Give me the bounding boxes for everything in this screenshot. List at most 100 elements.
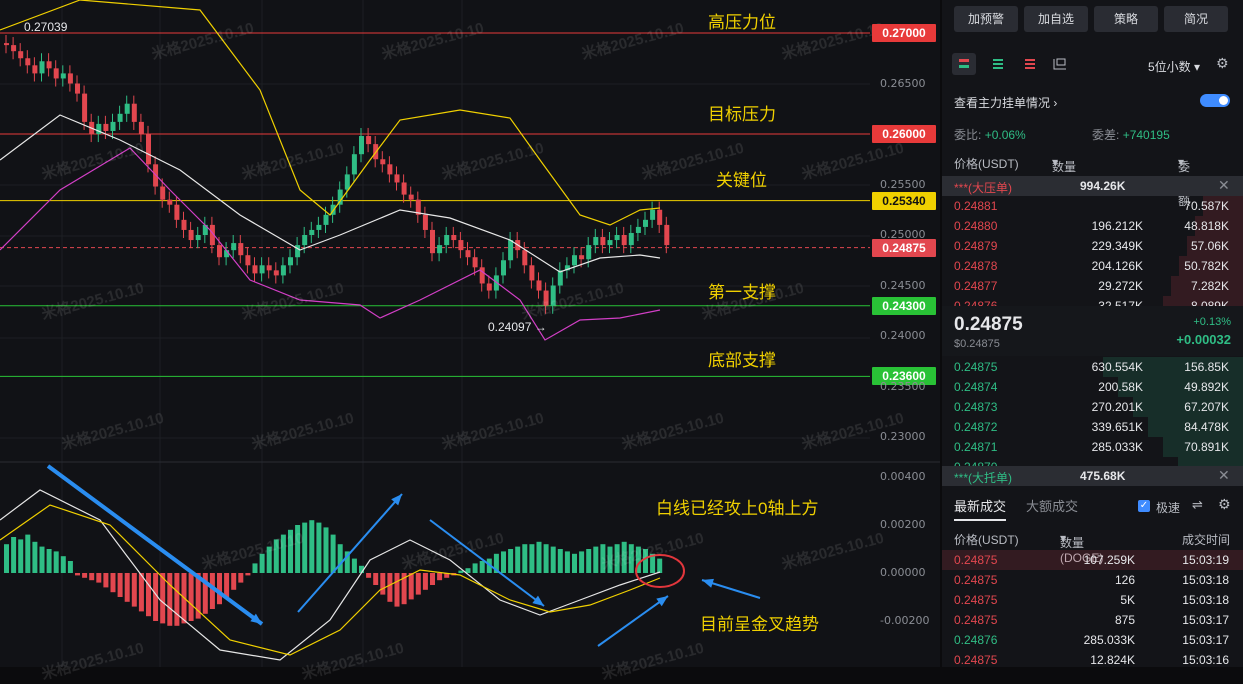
macd-bar xyxy=(536,541,542,573)
candle xyxy=(60,73,66,79)
settings-icon[interactable]: ⚙ xyxy=(1216,55,1229,72)
candle xyxy=(408,194,414,200)
macd-bar xyxy=(124,573,130,602)
candle xyxy=(280,265,286,276)
settings-icon[interactable]: ⚙ xyxy=(1218,496,1231,513)
candle xyxy=(522,250,528,266)
macd-bar xyxy=(366,573,372,578)
candle xyxy=(486,283,492,291)
precision-select[interactable]: 5位小数 ▾ xyxy=(1148,58,1200,75)
add-alert-button[interactable]: 加预警 xyxy=(954,6,1018,32)
trade-qty: 12.824K xyxy=(1090,653,1135,667)
fast-checkbox[interactable]: ✓ xyxy=(1138,500,1150,512)
bid-row[interactable]: 0.24872 339.651K 84.478K xyxy=(942,417,1243,437)
col-qty[interactable]: 数量 (DOGE) ▾ xyxy=(1052,155,1095,189)
candle xyxy=(146,134,151,165)
close-icon[interactable]: ✕ xyxy=(1218,177,1230,194)
candle xyxy=(593,237,599,246)
layout-bids-icon[interactable] xyxy=(986,53,1010,75)
trade-col-qty[interactable]: 数量(DOGE) ▾ xyxy=(1060,531,1103,565)
overview-button[interactable]: 简况 xyxy=(1164,6,1228,32)
trade-qty: 285.033K xyxy=(1083,633,1135,647)
layout-asks-icon[interactable] xyxy=(1018,53,1042,75)
macd-axis-label: 0.00200 xyxy=(880,518,926,531)
ask-price: 0.24879 xyxy=(954,239,998,253)
bid-row[interactable]: 0.24873 270.201K 67.207K xyxy=(942,397,1243,417)
macd-bar xyxy=(586,549,592,573)
kline-chart[interactable]: 米格2025.10.10 米格2025.10.10 米格2025.10.10 米格20… xyxy=(0,0,1179,683)
add-watchlist-button[interactable]: 加自选 xyxy=(1024,6,1088,32)
bid-price: 0.24872 xyxy=(954,420,998,434)
macd-bar xyxy=(557,549,563,573)
strategy-button[interactable]: 策略 xyxy=(1094,6,1158,32)
ask-row[interactable]: 0.24880 196.212K 48.818K xyxy=(942,216,1243,236)
candle xyxy=(117,113,123,122)
macd-bar xyxy=(259,553,265,573)
macd-bar xyxy=(373,573,379,585)
ask-price: 0.24880 xyxy=(954,219,998,233)
candle xyxy=(600,237,606,246)
ask-row[interactable]: 0.24879 229.349K 57.06K xyxy=(942,236,1243,256)
candle xyxy=(557,270,563,286)
macd-bar xyxy=(600,544,606,573)
big-sell-label: ***(大压单) xyxy=(954,181,1013,195)
layout-depth-icon[interactable] xyxy=(1048,53,1072,75)
bid-row[interactable]: 0.24875 630.554K 156.85K xyxy=(942,357,1243,377)
ask-price: 0.24877 xyxy=(954,279,998,293)
bid-price: 0.24873 xyxy=(954,400,998,414)
fast-label: 极速 xyxy=(1156,501,1181,515)
big-sell-value: 994.26K xyxy=(1080,179,1126,193)
macd-bar xyxy=(408,573,414,600)
macd-bar xyxy=(351,558,357,573)
price-tag: 0.24300 xyxy=(872,296,936,315)
ask-total: 7.282K xyxy=(1190,279,1229,293)
trade-price: 0.24875 xyxy=(954,613,998,627)
candle xyxy=(174,204,180,220)
ask-row[interactable]: 0.24881 70.587K xyxy=(942,196,1243,216)
level-label: 目标压力 xyxy=(708,105,776,124)
col-total[interactable]: 委托额 ▾ xyxy=(1178,155,1190,208)
ask-total: 48.818K xyxy=(1184,219,1229,233)
level-label: 第一支撑 xyxy=(708,283,776,302)
macd-bar xyxy=(394,573,400,607)
trade-row: 0.24875 5K 15:03:18 xyxy=(942,590,1243,610)
bid-row[interactable]: 0.24874 200.58K 49.892K xyxy=(942,377,1243,397)
macd-bar xyxy=(302,522,308,573)
macd-bar xyxy=(550,546,556,573)
bollinger-lower xyxy=(0,147,661,341)
price-tag: 0.25340 xyxy=(872,191,936,210)
candle xyxy=(501,260,506,276)
macd-bar xyxy=(501,551,506,573)
macd-bar xyxy=(288,529,293,573)
candle xyxy=(323,214,329,225)
layout-both-icon[interactable] xyxy=(952,53,976,75)
macd-bar xyxy=(39,546,45,573)
bid-row[interactable]: 0.24871 285.033K 70.891K xyxy=(942,437,1243,457)
filter-icon[interactable]: ⇌ xyxy=(1192,497,1203,513)
tab-latest-trades[interactable]: 最新成交 xyxy=(954,496,1007,521)
bid-qty: 285.033K xyxy=(1091,440,1143,454)
chart-canvas[interactable] xyxy=(0,0,940,667)
macd-bar xyxy=(117,573,123,597)
macd-bar xyxy=(323,527,329,573)
chevron-right-icon: › xyxy=(1053,96,1058,110)
close-icon[interactable]: ✕ xyxy=(1218,467,1230,484)
candle xyxy=(82,93,88,122)
ask-row[interactable]: 0.24878 204.126K 50.782K xyxy=(942,256,1243,276)
candle xyxy=(614,235,620,241)
trade-qty: 875 xyxy=(1114,613,1135,627)
depth-title-link[interactable]: 查看主力挂单情况 › xyxy=(954,94,1057,111)
macd-axis-label: -0.00200 xyxy=(880,614,930,627)
tab-large-trades[interactable]: 大额成交 xyxy=(1026,496,1078,515)
macd-bar xyxy=(430,573,435,585)
macd-bar xyxy=(643,549,648,573)
wei-cha-value: +740195 xyxy=(1122,128,1170,142)
macd-bar xyxy=(564,551,570,573)
candle xyxy=(231,243,237,251)
macd-bar xyxy=(330,534,336,573)
macd-bar xyxy=(266,546,272,573)
ask-row[interactable]: 0.24877 29.272K 7.282K xyxy=(942,276,1243,296)
depth-toggle[interactable] xyxy=(1200,94,1230,107)
arrow-head xyxy=(532,595,544,606)
ask-qty: 29.272K xyxy=(1098,279,1143,293)
